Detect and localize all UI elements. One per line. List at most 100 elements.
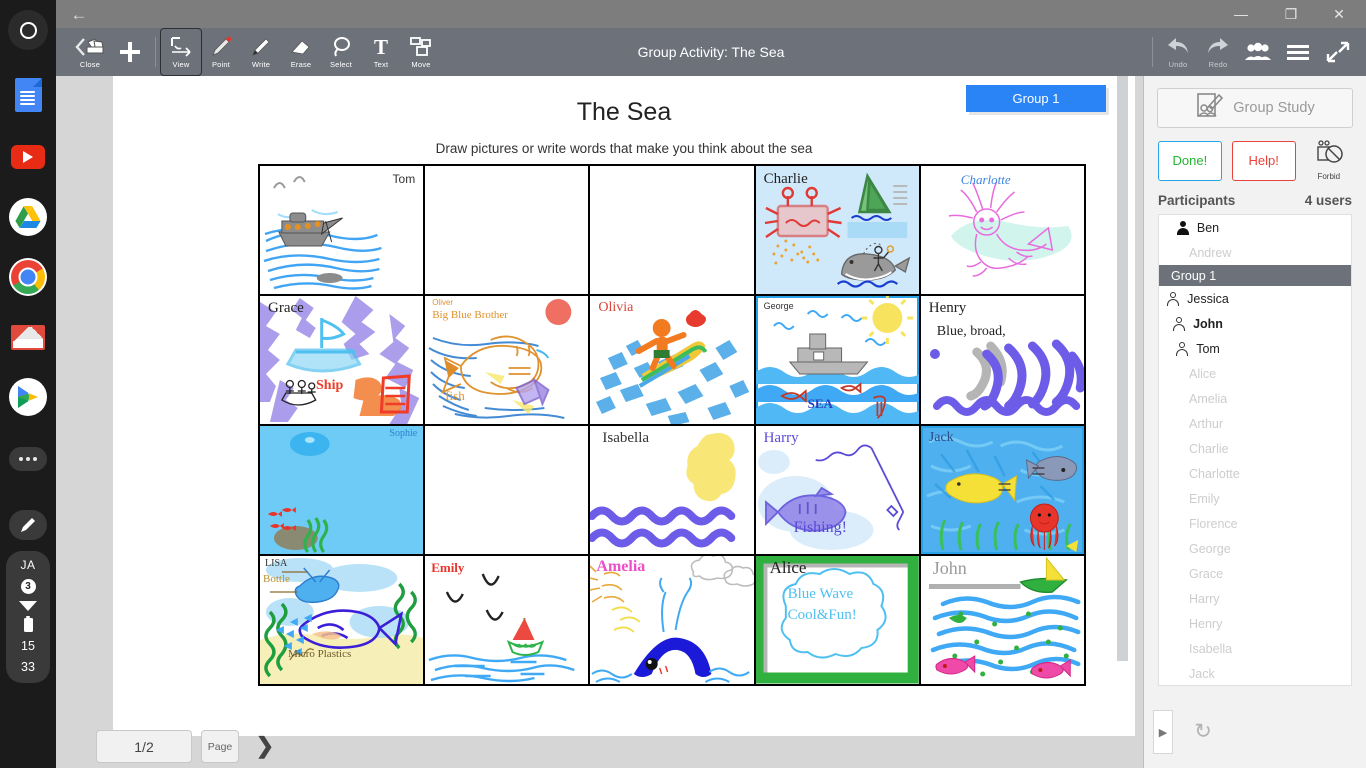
grid-cell-oliver[interactable]: Oliver Big Blue Brother fish [425, 296, 589, 424]
canvas-scrollbar[interactable] [1117, 76, 1128, 661]
play-store-app[interactable] [8, 377, 48, 417]
chrome-app[interactable] [8, 257, 48, 297]
tool-move[interactable]: Move [401, 29, 441, 75]
grid-cell-alice[interactable]: Alice Blue Wave Cool&Fun! [755, 556, 919, 684]
grid-cell-isabella[interactable]: Isabella [590, 426, 754, 554]
list-item[interactable]: Arthur [1159, 411, 1351, 436]
group-name: Group 1 [1171, 268, 1217, 283]
grid-cell-emily[interactable]: Emily [425, 556, 589, 684]
grid-cell-harry[interactable]: Harry Fishing! [755, 426, 919, 554]
list-item[interactable]: Jessica [1159, 286, 1229, 311]
tool-text[interactable]: T Text [361, 29, 401, 75]
home-button[interactable] [8, 10, 48, 50]
gmail-app[interactable] [8, 317, 48, 357]
forbid-button[interactable]: Forbid [1306, 140, 1352, 181]
help-button[interactable]: Help! [1231, 140, 1296, 181]
cell-author-name: George [763, 301, 794, 311]
group-study-icon [1195, 92, 1225, 125]
list-item[interactable]: Amelia [1159, 386, 1351, 411]
undo-button[interactable]: Undo [1158, 29, 1198, 75]
grid-cell-henry[interactable]: Henry Blue, broad, [920, 296, 1084, 424]
tool-write[interactable]: Write [241, 29, 281, 75]
restore-button[interactable]: ❐ [1274, 0, 1308, 28]
cell-author-name: Jack [928, 430, 954, 445]
more-apps[interactable] [8, 439, 48, 479]
participants-label: Participants [1158, 193, 1236, 208]
list-item[interactable]: Grace [1159, 561, 1351, 586]
docs-app[interactable] [8, 75, 48, 115]
clock-minutes: 33 [21, 660, 35, 674]
refresh-button[interactable]: ↻ [1190, 718, 1216, 744]
participant-name: Amelia [1189, 391, 1228, 406]
list-item[interactable]: Tom [1159, 336, 1225, 361]
battery-icon [23, 615, 33, 632]
redo-button[interactable]: Redo [1198, 29, 1238, 75]
list-item[interactable]: Alice [1159, 361, 1351, 386]
worksheet-page: The Sea Draw pictures or write words tha… [113, 76, 1135, 736]
right-panel-footer: ▶ ↻ [1144, 710, 1366, 760]
done-button[interactable]: Done! [1158, 140, 1222, 181]
list-item[interactable]: Andrew [1159, 240, 1351, 265]
list-item[interactable]: Charlotte [1159, 461, 1351, 486]
grid-cell-john[interactable]: John [920, 556, 1084, 684]
list-item[interactable]: Isabella [1159, 636, 1351, 661]
close-button[interactable]: Close [70, 29, 110, 75]
participant-name: Arthur [1189, 416, 1224, 431]
grid-cell-lisa[interactable]: LISA Bottle Micro Plastics [260, 556, 424, 684]
circle-ring-icon [19, 21, 37, 39]
next-page-button[interactable]: ❯ [248, 732, 282, 760]
list-item[interactable]: John [1159, 311, 1225, 336]
grid-cell-amelia[interactable]: Amelia [590, 556, 754, 684]
minimize-button[interactable]: — [1224, 0, 1258, 28]
tool-view[interactable]: View [160, 28, 202, 76]
back-button[interactable]: ← [66, 4, 92, 26]
list-item-group-header[interactable]: Group 1 [1159, 265, 1351, 286]
list-item[interactable]: Harry [1159, 586, 1351, 611]
page-indicator[interactable]: 1/2 [96, 730, 192, 763]
grid-cell-olivia[interactable]: Olivia [590, 296, 754, 424]
google-docs-icon [14, 78, 42, 112]
list-item[interactable]: George [1159, 536, 1351, 561]
menu-button[interactable] [1278, 29, 1318, 75]
participants-list[interactable]: Ben Andrew Group 1 Jessica John Tom Alic… [1158, 214, 1352, 686]
list-item[interactable]: Charlie [1159, 436, 1351, 461]
grid-cell-george[interactable]: George SEA [755, 296, 919, 424]
group-study-button[interactable]: Group Study [1157, 88, 1353, 128]
add-button[interactable] [110, 29, 150, 75]
system-status-tray[interactable]: JA 3 15 33 [6, 551, 50, 683]
grid-cell-empty-2[interactable] [590, 166, 754, 294]
cell-author-name: Sophie [389, 428, 418, 439]
user-outline-icon [1176, 341, 1189, 356]
tool-point[interactable]: Point [201, 29, 241, 75]
tool-select[interactable]: Select [321, 29, 361, 75]
list-item[interactable]: Jack [1159, 661, 1351, 685]
grid-cell-tom[interactable]: Tom [260, 166, 424, 294]
main-toolbar: Group Activity: The Sea Close View Point… [56, 28, 1366, 76]
youtube-app[interactable] [8, 137, 48, 177]
stylus-tool[interactable] [8, 505, 48, 545]
participant-name: Isabella [1189, 641, 1233, 656]
cell-author-name: LISA [265, 558, 288, 569]
grid-cell-empty-1[interactable] [425, 166, 589, 294]
svg-text:T: T [374, 35, 388, 59]
tool-erase[interactable]: Erase [281, 29, 321, 75]
page-label-button[interactable]: Page [201, 730, 239, 763]
grid-cell-empty-3[interactable] [425, 426, 589, 554]
list-item[interactable]: Ben [1159, 215, 1225, 240]
grid-cell-sophie[interactable]: Sophie [260, 426, 424, 554]
grid-cell-jack[interactable]: Jack [920, 426, 1084, 554]
participants-button[interactable] [1238, 29, 1278, 75]
group-badge[interactable]: Group 1 [966, 85, 1106, 112]
list-item[interactable]: Florence [1159, 511, 1351, 536]
close-window-button[interactable]: ✕ [1322, 0, 1356, 28]
grid-cell-charlie[interactable]: Charlie [755, 166, 919, 294]
fullscreen-button[interactable] [1318, 29, 1358, 75]
toolbar-divider [155, 37, 156, 67]
list-item[interactable]: Henry [1159, 611, 1351, 636]
collapse-panel-button[interactable]: ▶ [1153, 710, 1173, 754]
plus-icon [118, 40, 142, 64]
list-item[interactable]: Emily [1159, 486, 1351, 511]
grid-cell-charlotte[interactable]: Charlotte [920, 166, 1084, 294]
drive-app[interactable] [8, 197, 48, 237]
grid-cell-grace[interactable]: Grace Ship [260, 296, 424, 424]
